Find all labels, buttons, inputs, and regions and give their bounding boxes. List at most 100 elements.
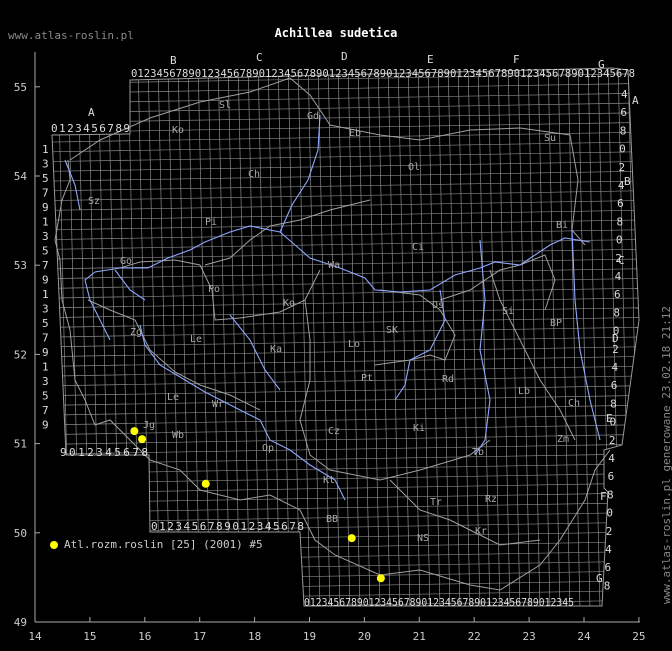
region-label: Sl: [219, 100, 231, 111]
region-label: Os: [432, 300, 444, 311]
grid-digit-right: 6: [617, 197, 624, 210]
grid-digit-left: 9: [42, 274, 49, 287]
grid-digit-right: 0: [613, 325, 620, 338]
x-tick-label: 25: [632, 630, 645, 643]
occurrence-point: [347, 534, 356, 543]
region-label: Kr: [475, 526, 487, 537]
x-tick-label: 18: [248, 630, 261, 643]
region-label: Rd: [442, 374, 454, 385]
region-label: Wa: [328, 260, 340, 271]
grid-digit-right: 0: [606, 507, 613, 520]
grid-digit-right: 2: [618, 161, 625, 174]
region-label: Bi: [556, 220, 568, 231]
region-label: Zg: [130, 327, 142, 338]
region-label: Go: [120, 256, 132, 267]
x-tick-label: 19: [303, 630, 316, 643]
grid-digit-left: 7: [42, 259, 49, 272]
region-label: Wb: [172, 430, 184, 441]
region-label: Ko: [172, 125, 184, 136]
grid-digit-left: 7: [42, 187, 49, 200]
grid-digit-left: 9: [42, 201, 49, 214]
region-label: BB: [326, 514, 338, 525]
region-label: Po: [208, 284, 220, 295]
y-tick-label: 51: [14, 438, 27, 451]
legend: Atl.rozm.roslin [25] (2001) #5: [50, 538, 263, 551]
grid-digit-left: 9: [42, 419, 49, 432]
grid-digit-right: 2: [606, 525, 613, 538]
grid-letter-top: F: [513, 53, 520, 66]
grid-letter-right: F: [600, 490, 607, 503]
grid-digit-left: 3: [42, 158, 49, 171]
grid-digit-right: 2: [609, 434, 616, 447]
river-line: [64, 159, 81, 211]
grid-letter-top: A: [88, 106, 95, 119]
grid-digit-right: 6: [608, 470, 615, 483]
river-line: [84, 225, 281, 341]
grid-letter-top: D: [341, 50, 348, 63]
grid-digit-left: 7: [42, 332, 49, 345]
region-label: Jg: [143, 420, 155, 431]
grid-digit-right: 8: [610, 397, 617, 410]
region-label: Tr: [430, 497, 442, 508]
grid-digit-left: 3: [42, 303, 49, 316]
occurrence-point: [138, 435, 147, 444]
y-tick-label: 55: [14, 81, 27, 94]
grid-digit-right: 0: [619, 143, 626, 156]
legend-marker: [50, 541, 58, 549]
region-label: Pt: [361, 373, 373, 384]
region-label: Ka: [270, 344, 282, 355]
grid-digit-right: 4: [618, 179, 625, 192]
grid-digit-right: 6: [620, 106, 627, 119]
border-line: [439, 254, 556, 311]
region-label: SK: [386, 325, 398, 336]
region-label: Eb: [349, 128, 361, 139]
region-label: Si: [502, 306, 514, 317]
region-label: BP: [550, 318, 562, 329]
grid-digit-right: 2: [612, 343, 619, 356]
grid-digit-right: 4: [608, 452, 615, 465]
grid-digit-right: 6: [611, 379, 618, 392]
grid-letter-right: A: [632, 94, 639, 107]
region-label: Ki: [413, 423, 425, 434]
x-tick-label: 23: [522, 630, 535, 643]
grid-digit-right: 2: [615, 252, 622, 265]
grid-digit-right: 8: [613, 306, 620, 319]
grid-digit-left: 1: [42, 288, 49, 301]
grid-digit-left: 5: [42, 245, 49, 258]
border-line: [289, 77, 586, 246]
x-tick-label: 14: [28, 630, 42, 643]
region-label: Le: [190, 334, 202, 345]
grid-digit-right: 8: [607, 488, 614, 501]
x-tick-label: 24: [577, 630, 591, 643]
grid-digit-right: 6: [614, 288, 621, 301]
grid-letter-top: C: [256, 51, 263, 64]
grid-digits-top: 0123456789012345678901234567890123456789…: [131, 67, 635, 80]
grid-digits-bottom-1: 9012345678: [60, 446, 148, 459]
grid-digit-right: 0: [610, 416, 617, 429]
grid-digit-left: 1: [42, 361, 49, 374]
grid-digit-right: 8: [604, 579, 611, 592]
grid-digit-right: 4: [621, 88, 628, 101]
grid-digit-right: 8: [620, 124, 627, 137]
region-label: Ko: [283, 298, 295, 309]
region-label: Tb: [472, 447, 484, 458]
region-label: Wr: [212, 399, 224, 410]
grid-digit-left: 7: [42, 404, 49, 417]
region-label: Gd: [307, 111, 319, 122]
grid-digit-right: 6: [604, 561, 611, 574]
x-tick-label: 17: [193, 630, 206, 643]
region-label: Zm: [557, 434, 569, 445]
map-title: Achillea sudetica: [274, 26, 398, 40]
region-label: Lb: [518, 386, 530, 397]
grid-letter-top: B: [170, 54, 177, 67]
rivers: [64, 114, 601, 501]
river-line: [114, 269, 146, 301]
grid-digit-left: 5: [42, 172, 49, 185]
region-label: NS: [417, 533, 429, 544]
grid-digit-right: 4: [611, 361, 618, 374]
generation-note: www.atlas-roslin.pl generowane 23.02.18 …: [660, 305, 672, 604]
region-label: Kt: [323, 475, 335, 486]
legend-label: Atl.rozm.roslin [25] (2001) #5: [64, 538, 263, 551]
grid-digit-right: 8: [617, 215, 624, 228]
region-label: Ch: [248, 169, 260, 180]
